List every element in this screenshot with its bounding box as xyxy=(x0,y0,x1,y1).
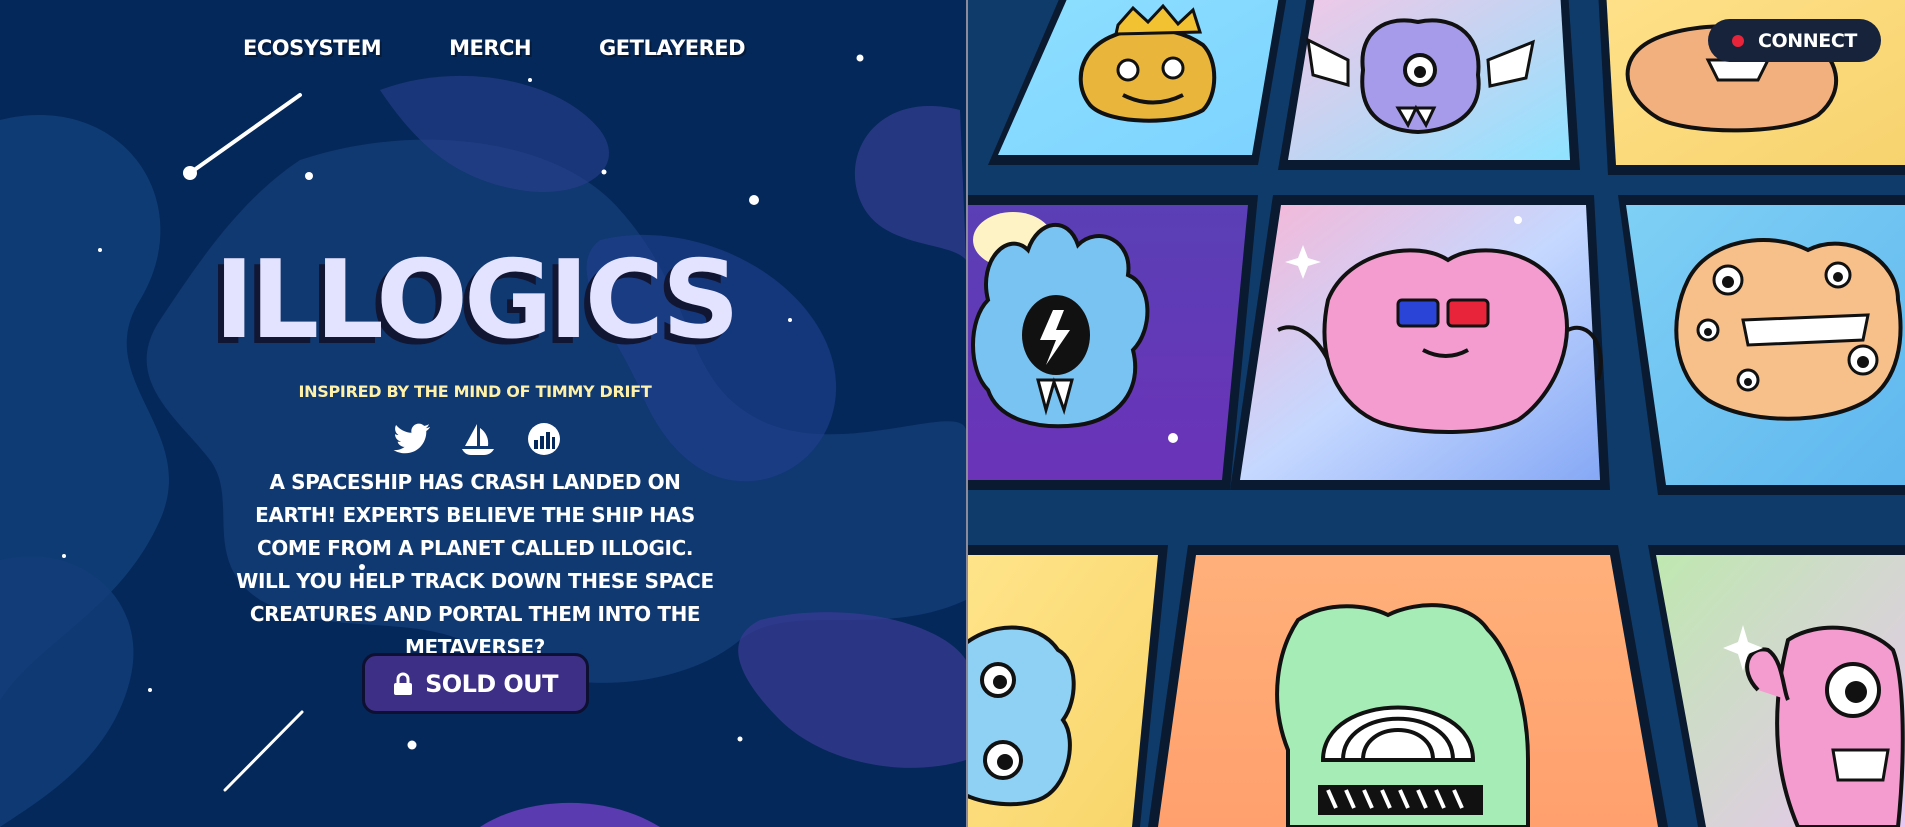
rarity-chart-icon[interactable] xyxy=(525,422,563,456)
card-blue-flame-lightning-creature[interactable] xyxy=(968,195,1258,490)
gallery-grid xyxy=(968,0,1905,827)
card-orange-many-eyed-blob[interactable] xyxy=(1618,195,1905,495)
card-pink-creature-with-3d-glasses[interactable] xyxy=(1230,195,1610,490)
card-blue-cloud-eyes-creature[interactable] xyxy=(968,545,1168,827)
lock-icon xyxy=(393,672,413,696)
social-links xyxy=(393,422,563,456)
sold-out-label: SOLD OUT xyxy=(425,669,558,698)
connect-wallet-button[interactable]: CONNECT xyxy=(1708,19,1881,62)
hero-section: ECOSYSTEM MERCH GETLAYERED ILLOGICS INSP… xyxy=(0,0,966,827)
twitter-icon[interactable] xyxy=(393,422,431,456)
nav-getlayered-link[interactable]: GETLAYERED xyxy=(599,36,746,60)
opensea-sailboat-icon[interactable] xyxy=(459,422,497,456)
main-nav: ECOSYSTEM MERCH GETLAYERED xyxy=(243,36,746,60)
hero-description: A SPACESHIP HAS CRASH LANDED ON EARTH! E… xyxy=(236,470,714,659)
card-green-rainbow-mouth-creature[interactable] xyxy=(1148,545,1668,827)
page-title: ILLOGICS xyxy=(214,238,740,363)
nav-merch-link[interactable]: MERCH xyxy=(449,36,531,60)
creature-gallery xyxy=(968,0,1905,827)
card-winged-purple-fang-blob[interactable] xyxy=(1278,0,1580,170)
hero-tagline: INSPIRED BY THE MIND OF TIMMY DRIFT xyxy=(298,382,652,401)
sold-out-button[interactable]: SOLD OUT xyxy=(362,653,589,714)
connection-status-dot xyxy=(1732,34,1744,47)
connect-label: CONNECT xyxy=(1758,29,1857,52)
nav-ecosystem-link[interactable]: ECOSYSTEM xyxy=(243,36,382,60)
